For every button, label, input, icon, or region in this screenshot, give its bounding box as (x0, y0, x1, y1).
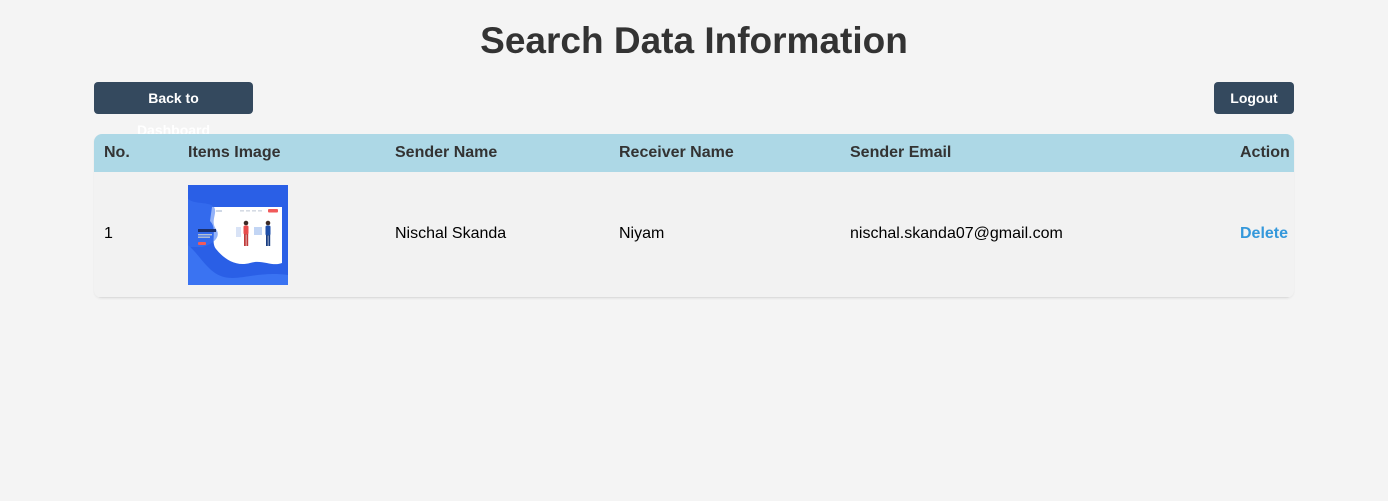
column-header-receiver-name: Receiver Name (619, 144, 734, 161)
delete-link[interactable]: Delete (1240, 225, 1288, 242)
column-header-sender-name: Sender Name (395, 144, 498, 161)
back-to-dashboard-button[interactable]: Back to Dashboard (94, 82, 253, 138)
cell-action: Delete (1230, 172, 1294, 297)
table-row: 1 Nischal Skanda Niyam nischal.skanda07@… (94, 172, 1294, 297)
data-table-container: No. Items Image Sender Name Receiver Nam… (94, 134, 1294, 298)
column-header-action: Action (1240, 144, 1290, 161)
cell-items-image (178, 172, 385, 297)
page-title: Search Data Information (480, 20, 908, 61)
column-header-no: No. (104, 144, 130, 161)
cell-no: 1 (104, 225, 113, 243)
cell-receiver-name: Niyam (619, 225, 665, 243)
data-table: No. Items Image Sender Name Receiver Nam… (94, 134, 1294, 298)
cell-sender-email: nischal.skanda07@gmail.com (850, 225, 1063, 243)
logout-button[interactable]: Logout (1214, 82, 1294, 114)
table-header-row: No. Items Image Sender Name Receiver Nam… (94, 134, 1294, 172)
item-thumbnail-image[interactable] (188, 184, 288, 285)
column-header-items-image: Items Image (188, 144, 281, 161)
cell-sender-name: Nischal Skanda (395, 225, 507, 243)
column-header-sender-email: Sender Email (850, 144, 952, 161)
